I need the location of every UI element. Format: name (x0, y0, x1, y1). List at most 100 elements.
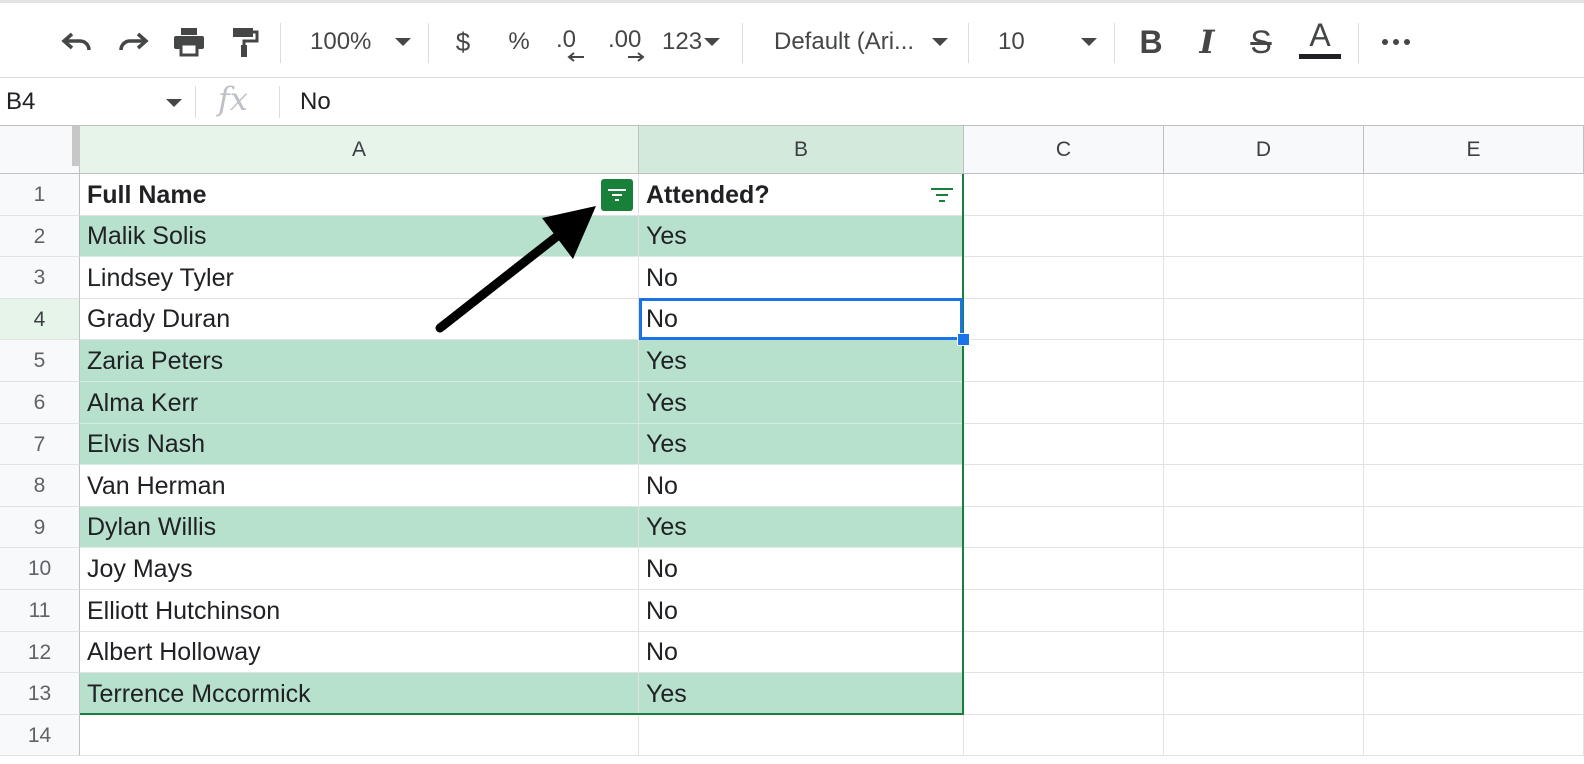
table-cell[interactable]: Grady Duran (80, 299, 639, 340)
paint-format-icon[interactable] (224, 3, 266, 81)
row-header[interactable]: 9 (0, 507, 80, 548)
table-cell[interactable] (1364, 507, 1584, 548)
more-icon[interactable] (1376, 3, 1416, 81)
column-header-b[interactable]: B (639, 126, 964, 174)
table-cell[interactable] (1164, 632, 1364, 673)
table-cell[interactable] (964, 632, 1164, 673)
table-cell[interactable] (1164, 299, 1364, 340)
column-header-a[interactable]: A (80, 126, 639, 174)
table-cell[interactable]: Yes (639, 382, 964, 424)
table-cell[interactable] (964, 590, 1164, 632)
table-cell[interactable] (964, 715, 1164, 756)
undo-icon[interactable] (56, 3, 98, 81)
row-header[interactable]: 10 (0, 548, 80, 590)
row-header[interactable]: 5 (0, 340, 80, 382)
column-header-e[interactable]: E (1364, 126, 1584, 174)
header-cell[interactable]: Full Name (80, 174, 639, 216)
italic-icon[interactable]: I (1190, 3, 1224, 81)
table-cell[interactable]: Alma Kerr (80, 382, 639, 424)
header-cell[interactable] (1364, 174, 1584, 216)
table-cell[interactable]: Joy Mays (80, 548, 639, 590)
table-cell[interactable] (1364, 216, 1584, 257)
table-cell[interactable] (1164, 216, 1364, 257)
column-header-c[interactable]: C (964, 126, 1164, 174)
percent-button[interactable]: % (504, 3, 534, 81)
table-cell[interactable]: Malik Solis (80, 216, 639, 257)
strikethrough-icon[interactable]: S (1244, 3, 1278, 81)
table-cell[interactable]: Yes (639, 673, 964, 715)
table-cell[interactable] (1364, 299, 1584, 340)
header-cell[interactable] (1164, 174, 1364, 216)
table-cell[interactable] (1364, 548, 1584, 590)
row-header[interactable]: 12 (0, 632, 80, 673)
freeze-handle[interactable] (72, 126, 80, 166)
table-cell[interactable]: No (639, 548, 964, 590)
table-cell[interactable]: No (639, 299, 964, 340)
table-cell[interactable] (964, 507, 1164, 548)
redo-icon[interactable] (112, 3, 154, 81)
table-cell[interactable]: Elvis Nash (80, 424, 639, 465)
text-color-icon[interactable]: A (1296, 3, 1344, 81)
table-cell[interactable] (1164, 590, 1364, 632)
table-cell[interactable] (1164, 548, 1364, 590)
table-cell[interactable] (1164, 340, 1364, 382)
bold-icon[interactable]: B (1134, 3, 1168, 81)
select-all-corner[interactable] (0, 126, 80, 174)
table-cell[interactable] (1164, 257, 1364, 299)
table-cell[interactable] (1364, 382, 1584, 424)
table-cell[interactable] (1364, 340, 1584, 382)
row-header[interactable]: 14 (0, 715, 80, 756)
table-cell[interactable]: Lindsey Tyler (80, 257, 639, 299)
row-header[interactable]: 4 (0, 299, 80, 340)
table-cell[interactable] (1164, 424, 1364, 465)
row-header[interactable]: 13 (0, 673, 80, 715)
table-cell[interactable]: Yes (639, 216, 964, 257)
table-cell[interactable] (1364, 424, 1584, 465)
header-cell[interactable]: Attended? (639, 174, 964, 216)
table-cell[interactable]: No (639, 632, 964, 673)
row-header[interactable]: 2 (0, 216, 80, 257)
table-cell[interactable]: No (639, 257, 964, 299)
table-cell[interactable] (1364, 673, 1584, 715)
column-header-d[interactable]: D (1164, 126, 1364, 174)
formula-input[interactable]: No (300, 78, 331, 126)
table-cell[interactable] (964, 424, 1164, 465)
row-header[interactable]: 3 (0, 257, 80, 299)
table-cell[interactable] (80, 715, 639, 756)
table-cell[interactable]: Terrence Mccormick (80, 673, 639, 715)
font-family-select[interactable]: Default (Ari... (774, 3, 954, 81)
table-cell[interactable] (1364, 632, 1584, 673)
font-size-select[interactable]: 10 (998, 3, 1102, 81)
table-cell[interactable]: Yes (639, 507, 964, 548)
table-cell[interactable]: Yes (639, 424, 964, 465)
row-header[interactable]: 11 (0, 590, 80, 632)
table-cell[interactable] (1164, 715, 1364, 756)
row-header[interactable]: 6 (0, 382, 80, 424)
table-cell[interactable]: Yes (639, 340, 964, 382)
table-cell[interactable] (964, 216, 1164, 257)
table-cell[interactable]: Zaria Peters (80, 340, 639, 382)
row-header[interactable]: 1 (0, 174, 80, 216)
table-cell[interactable]: No (639, 590, 964, 632)
increase-decimal-button[interactable]: .00 (606, 3, 650, 81)
table-cell[interactable] (1364, 465, 1584, 507)
table-cell[interactable] (964, 340, 1164, 382)
currency-button[interactable]: $ (448, 3, 478, 81)
fill-handle[interactable] (957, 333, 970, 346)
table-cell[interactable] (1164, 507, 1364, 548)
table-cell[interactable] (1364, 590, 1584, 632)
table-cell[interactable] (964, 465, 1164, 507)
row-header[interactable]: 7 (0, 424, 80, 465)
filter-icon[interactable] (927, 181, 957, 209)
zoom-select[interactable]: 100% (300, 3, 415, 81)
table-cell[interactable] (639, 715, 964, 756)
table-cell[interactable]: Elliott Hutchinson (80, 590, 639, 632)
more-formats-select[interactable]: 123 (662, 3, 728, 81)
table-cell[interactable] (964, 548, 1164, 590)
table-cell[interactable] (1164, 382, 1364, 424)
chevron-down-icon[interactable] (166, 99, 182, 107)
filter-icon[interactable] (601, 179, 633, 211)
table-cell[interactable] (964, 257, 1164, 299)
table-cell[interactable] (1364, 715, 1584, 756)
table-cell[interactable] (964, 673, 1164, 715)
